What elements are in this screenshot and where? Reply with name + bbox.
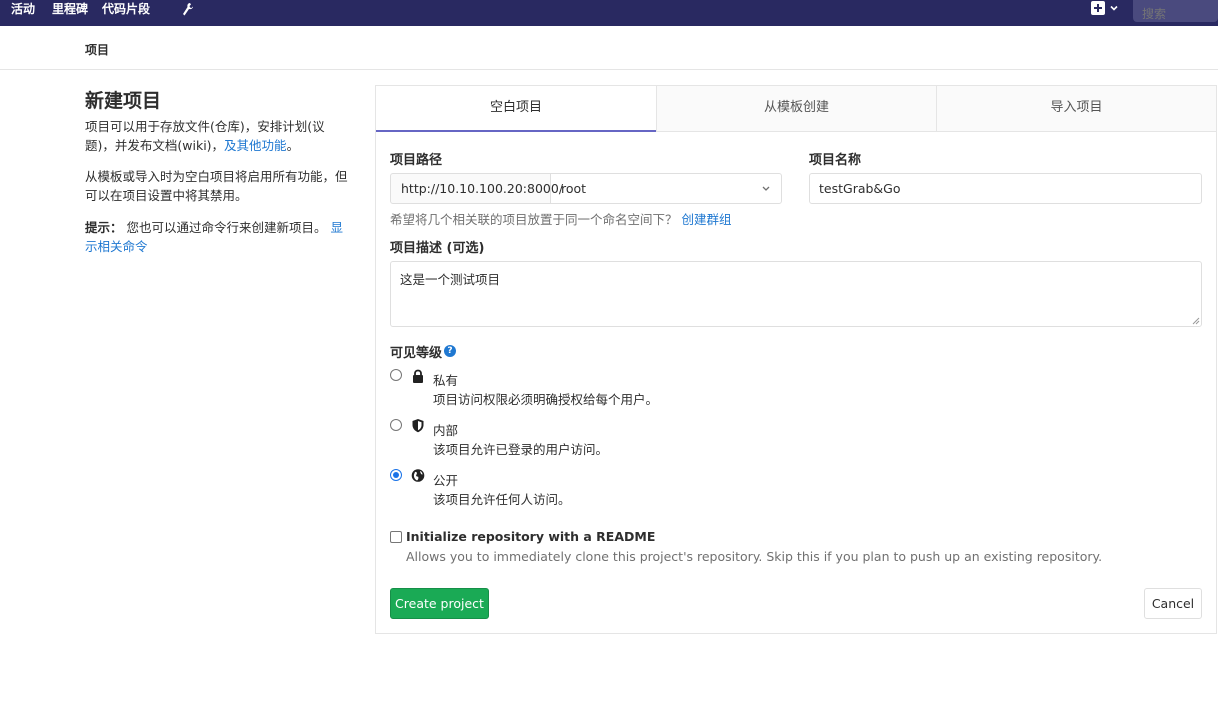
visibility-label: 可见等级 bbox=[390, 346, 443, 361]
create-group-link[interactable]: 创建群组 bbox=[682, 212, 732, 227]
cancel-button[interactable]: Cancel bbox=[1144, 588, 1202, 619]
chevron-down-icon[interactable] bbox=[1109, 3, 1119, 13]
visibility-private-desc: 项目访问权限必须明确授权给每个用户。 bbox=[433, 392, 659, 407]
top-navbar: 活动 里程碑 代码片段 bbox=[0, 0, 1218, 26]
create-project-button[interactable]: Create project bbox=[390, 588, 489, 619]
visibility-internal-radio[interactable] bbox=[390, 419, 402, 431]
visibility-public-title: 公开 bbox=[433, 473, 459, 488]
visibility-private-title: 私有 bbox=[433, 373, 459, 388]
visibility-internal-title: 内部 bbox=[433, 423, 459, 438]
project-path-label: 项目路径 bbox=[390, 153, 443, 168]
tab-from-template[interactable]: 从模板创建 bbox=[657, 86, 936, 132]
tip-paragraph: 提示： 您也可以通过命令行来创建新项目。 显示相关命令 bbox=[85, 218, 353, 256]
tab-import-project[interactable]: 导入项目 bbox=[937, 86, 1216, 132]
visibility-private-radio[interactable] bbox=[390, 369, 402, 381]
tip-label: 提示： bbox=[85, 220, 123, 235]
breadcrumb-divider bbox=[0, 69, 1218, 70]
wrench-icon[interactable] bbox=[181, 2, 195, 17]
resize-handle-icon[interactable] bbox=[1190, 315, 1200, 325]
project-description-label: 项目描述 (可选) bbox=[390, 241, 485, 256]
question-circle-icon[interactable]: ? bbox=[444, 345, 456, 357]
group-help: 希望将几个相关联的项目放置于同一个命名空间下？ bbox=[390, 212, 678, 227]
more-features-link[interactable]: 及其他功能 bbox=[224, 138, 287, 153]
search-input[interactable] bbox=[1133, 0, 1218, 22]
project-name-input[interactable]: testGrab&Go bbox=[809, 173, 1202, 204]
tab-blank-project[interactable]: 空白项目 bbox=[376, 86, 656, 132]
namespace-select[interactable]: root bbox=[550, 173, 782, 204]
visibility-internal-desc: 该项目允许已登录的用户访问。 bbox=[433, 442, 609, 457]
project-tabs: 空白项目 从模板创建 导入项目 bbox=[376, 86, 1216, 132]
intro-text-end: 。 bbox=[286, 138, 300, 153]
visibility-public-radio[interactable] bbox=[390, 469, 402, 481]
intro-paragraph: 项目可以用于存放文件(仓库)，安排计划(议题)，并发布文档(wiki)，及其他功… bbox=[85, 117, 353, 155]
nav-snippets[interactable]: 代码片段 bbox=[102, 0, 150, 26]
nav-milestones[interactable]: 里程碑 bbox=[52, 0, 88, 26]
readme-description: Allows you to immediately clone this pro… bbox=[406, 549, 1103, 564]
project-description-textarea[interactable]: 这是一个测试项目 bbox=[390, 261, 1202, 327]
template-note: 从模板或导入时为空白项目将启用所有功能，但可以在项目设置中将其禁用。 bbox=[85, 169, 348, 203]
group-help-text: 希望将几个相关联的项目放置于同一个命名空间下？ 创建群组 bbox=[390, 209, 732, 228]
breadcrumb-projects[interactable]: 项目 bbox=[85, 43, 109, 57]
shield-icon bbox=[412, 419, 424, 433]
globe-icon bbox=[411, 469, 425, 482]
readme-checkbox[interactable] bbox=[390, 531, 402, 543]
plus-square-icon[interactable] bbox=[1091, 1, 1105, 15]
lock-icon bbox=[413, 369, 423, 383]
tip-text: 您也可以通过命令行来创建新项目。 bbox=[126, 220, 327, 235]
project-url-prefix: http://10.10.100.20:8000/ bbox=[390, 173, 563, 204]
breadcrumb[interactable]: 项目 bbox=[85, 41, 109, 58]
project-name-label: 项目名称 bbox=[809, 153, 862, 168]
chevron-down-icon bbox=[762, 186, 770, 191]
visibility-public-desc: 该项目允许任何人访问。 bbox=[433, 492, 571, 507]
nav-activity[interactable]: 活动 bbox=[11, 0, 35, 26]
readme-checkbox-label[interactable]: Initialize repository with a README bbox=[406, 529, 655, 544]
page-title: 新建项目 bbox=[85, 90, 162, 112]
